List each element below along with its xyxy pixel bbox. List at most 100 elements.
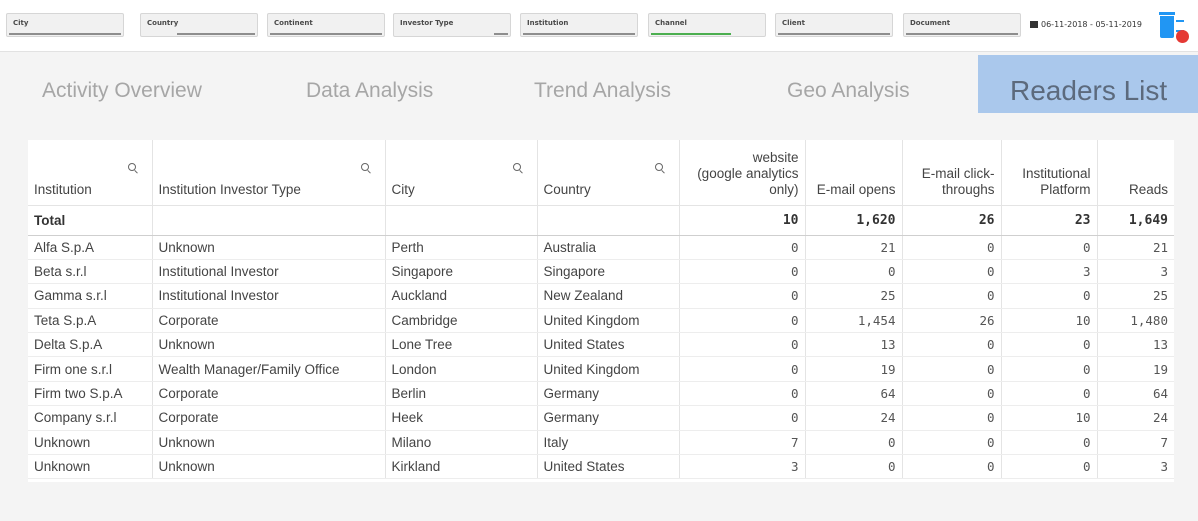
cell-website: 0 bbox=[679, 308, 806, 334]
total-label: Total bbox=[28, 204, 153, 236]
cell-email-opens: 24 bbox=[805, 405, 903, 431]
search-icon[interactable] bbox=[360, 163, 371, 174]
table-row[interactable]: Gamma s.r.l Institutional Investor Aucklan… bbox=[28, 283, 1174, 309]
filter-label: Country bbox=[147, 19, 179, 27]
cell-institution: Firm two S.p.A bbox=[28, 381, 153, 407]
date-range[interactable]: 06-11-2018 - 05-11-2019 bbox=[1030, 20, 1142, 29]
cell-email-clickthroughs: 0 bbox=[902, 235, 1002, 260]
cell-investor-type: Institutional Investor bbox=[152, 283, 386, 309]
table-row[interactable]: Teta S.p.A Corporate Cambridge United Kingd… bbox=[28, 308, 1174, 334]
trash-badge bbox=[1176, 30, 1189, 43]
cell-reads: 21 bbox=[1097, 235, 1174, 260]
filter-investor-type[interactable]: Investor Type bbox=[393, 13, 511, 37]
cell-country: Australia bbox=[537, 235, 680, 260]
cell-reads: 1,480 bbox=[1097, 308, 1174, 334]
filter-label: Institution bbox=[527, 19, 569, 27]
column-header-reads[interactable]: Reads bbox=[1097, 140, 1174, 205]
filter-city[interactable]: City bbox=[6, 13, 124, 37]
column-header-institution[interactable]: Institution bbox=[28, 140, 153, 205]
total-empty bbox=[537, 204, 680, 236]
cell-email-clickthroughs: 0 bbox=[902, 356, 1002, 382]
table-row[interactable]: Alfa S.p.A Unknown Perth Australia 0 21 0 0 21 bbox=[28, 235, 1174, 260]
column-header-line: E-mail click- bbox=[921, 165, 995, 181]
cell-email-opens: 0 bbox=[805, 259, 903, 285]
cell-city: Heek bbox=[385, 405, 538, 431]
column-header-label: Institution bbox=[34, 181, 92, 197]
table-row[interactable]: Delta S.p.A Unknown Lone Tree United States… bbox=[28, 332, 1174, 358]
total-empty bbox=[385, 204, 538, 236]
filter-channel[interactable]: Channel bbox=[648, 13, 766, 37]
cell-institution: Unknown bbox=[28, 454, 153, 480]
search-icon[interactable] bbox=[654, 163, 665, 174]
filter-selection-bar bbox=[270, 33, 382, 35]
filter-continent[interactable]: Continent bbox=[267, 13, 385, 37]
filter-institution[interactable]: Institution bbox=[520, 13, 638, 37]
filter-document[interactable]: Document bbox=[903, 13, 1021, 37]
cell-email-opens: 25 bbox=[805, 283, 903, 309]
trash-lid bbox=[1159, 12, 1175, 15]
table-row[interactable]: Unknown Unknown Kirkland United States 3 0 0 0 3 bbox=[28, 454, 1174, 480]
cell-institutional-platform: 3 bbox=[1001, 259, 1098, 285]
filter-selection-bar bbox=[906, 33, 1018, 35]
filter-country[interactable]: Country bbox=[140, 13, 258, 37]
tab-data-analysis[interactable]: Data Analysis bbox=[306, 55, 486, 113]
cell-investor-type: Corporate bbox=[152, 405, 386, 431]
total-clicks: 26 bbox=[902, 204, 1002, 236]
cell-country: United Kingdom bbox=[537, 356, 680, 382]
filter-label: City bbox=[13, 19, 29, 27]
cell-reads: 3 bbox=[1097, 259, 1174, 285]
table-row[interactable]: Company s.r.l Corporate Heek Germany 0 24 0 10 2… bbox=[28, 405, 1174, 431]
cell-website: 0 bbox=[679, 405, 806, 431]
search-icon[interactable] bbox=[127, 163, 138, 174]
cell-email-opens: 0 bbox=[805, 430, 903, 456]
total-empty bbox=[152, 204, 386, 236]
filter-label: Document bbox=[910, 19, 951, 27]
filter-selection-bar bbox=[523, 33, 635, 35]
tab-trend-analysis[interactable]: Trend Analysis bbox=[534, 55, 724, 113]
cell-email-clickthroughs: 0 bbox=[902, 259, 1002, 285]
cell-institution: Firm one s.r.l bbox=[28, 356, 153, 382]
total-opens: 1,620 bbox=[805, 204, 903, 236]
total-website: 10 bbox=[679, 204, 806, 236]
column-header-country[interactable]: Country bbox=[537, 140, 680, 205]
tab-readers-list[interactable]: Readers List bbox=[978, 55, 1198, 113]
tab-activity-overview[interactable]: Activity Overview bbox=[42, 55, 262, 113]
cell-institutional-platform: 0 bbox=[1001, 235, 1098, 260]
cell-email-clickthroughs: 0 bbox=[902, 430, 1002, 456]
column-header-city[interactable]: City bbox=[385, 140, 538, 205]
tab-geo-analysis[interactable]: Geo Analysis bbox=[787, 55, 957, 113]
filter-selection-bar bbox=[9, 33, 121, 35]
table-row[interactable]: Beta s.r.l Institutional Investor Singapor… bbox=[28, 259, 1174, 285]
cell-country: Germany bbox=[537, 381, 680, 407]
cell-institution: Gamma s.r.l bbox=[28, 283, 153, 309]
cell-website: 7 bbox=[679, 430, 806, 456]
column-header-investor-type[interactable]: Institution Investor Type bbox=[152, 140, 386, 205]
column-header-email-opens[interactable]: E-mail opens bbox=[805, 140, 903, 205]
cell-investor-type: Unknown bbox=[152, 235, 386, 260]
cell-city: Milano bbox=[385, 430, 538, 456]
table-row[interactable]: Unknown Unknown Milano Italy 7 0 0 0 7 bbox=[28, 430, 1174, 456]
cell-website: 0 bbox=[679, 235, 806, 260]
column-header-email-clickthroughs[interactable]: E-mail click- throughs bbox=[902, 140, 1002, 205]
cell-investor-type: Unknown bbox=[152, 332, 386, 358]
cell-country: United States bbox=[537, 332, 680, 358]
filter-client[interactable]: Client bbox=[775, 13, 893, 37]
cell-email-clickthroughs: 0 bbox=[902, 332, 1002, 358]
total-reads: 1,649 bbox=[1097, 204, 1174, 236]
search-icon[interactable] bbox=[512, 163, 523, 174]
table-row[interactable]: Firm two S.p.A Corporate Berlin Germany 0 64 0… bbox=[28, 381, 1174, 407]
trash-icon[interactable] bbox=[1159, 12, 1189, 43]
cell-institution: Teta S.p.A bbox=[28, 308, 153, 334]
cell-reads: 19 bbox=[1097, 356, 1174, 382]
trash-can bbox=[1160, 16, 1174, 38]
column-header-line: E-mail opens bbox=[816, 181, 896, 197]
cell-investor-type: Institutional Investor bbox=[152, 259, 386, 285]
column-header-label: Country bbox=[543, 181, 591, 197]
filter-selection-bar bbox=[778, 33, 890, 35]
cell-institution: Company s.r.l bbox=[28, 405, 153, 431]
cell-reads: 3 bbox=[1097, 454, 1174, 480]
table-row[interactable]: Firm one s.r.l Wealth Manager/Family Offi… bbox=[28, 356, 1174, 382]
column-header-institutional-platform[interactable]: Institutional Platform bbox=[1001, 140, 1098, 205]
column-header-website[interactable]: website (google analytics only) bbox=[679, 140, 806, 205]
cell-country: United Kingdom bbox=[537, 308, 680, 334]
